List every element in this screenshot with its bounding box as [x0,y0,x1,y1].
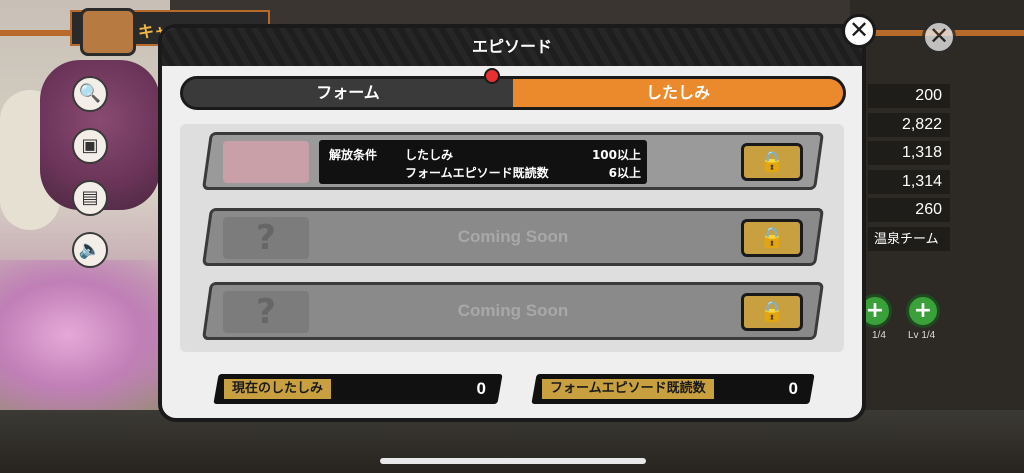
counter-label: 現在のしたしみ [224,379,332,399]
lock-icon: 🔒 [741,219,803,257]
condition-value: 100以上 [591,148,641,162]
profile-card-icon[interactable]: ▣ [72,128,108,164]
stat-value: 1,314 [868,169,950,194]
plus-icon[interactable]: + [906,294,940,328]
stat-value: 1,318 [868,141,950,165]
condition-name: フォームエピソード既読数 [405,166,549,180]
home-indicator[interactable] [380,458,646,464]
notification-dot-icon [484,68,500,84]
counter-value: 0 [788,379,798,398]
condition-row: フォームエピソード既読数 6以上 [405,164,641,181]
counter-label: フォームエピソード既読数 [542,379,714,399]
level-label: Lv 1/4 [908,330,936,341]
coming-soon-text: Coming Soon [457,301,569,320]
team-label: 温泉チーム [868,226,950,251]
lock-icon: 🔒 [741,143,803,181]
level-label: 1/4 [872,330,886,341]
close-icon[interactable]: ✕ [842,14,876,48]
modal-title: エピソード [471,37,552,56]
condition-row: したしみ 100以上 [405,146,641,163]
tab-affinity[interactable]: したしみ [513,79,843,107]
scene-path [0,260,170,410]
background-close-icon[interactable]: ✕ [922,20,956,54]
stat-value: 200 [868,84,950,108]
stat-value: 2,822 [868,112,950,137]
film-icon[interactable]: ▤ [72,180,108,216]
form-episodes-read-counter: フォームエピソード既読数 0 [531,374,815,404]
stats-list: 200 2,822 1,318 1,314 260 温泉チーム [868,84,950,255]
episode-row[interactable]: ? Coming Soon 🔒 [201,208,825,266]
stat-value: 260 [868,198,950,222]
condition-value: 6以上 [608,166,641,180]
episode-row[interactable]: 解放条件 したしみ 100以上 フォームエピソード既読数 6以上 🔒 [201,132,825,190]
avatar [80,8,136,56]
condition-name: したしみ [405,148,454,162]
counter-value: 0 [476,379,486,398]
episode-thumbnail [223,141,309,183]
lock-icon: 🔒 [741,293,803,331]
episode-row[interactable]: ? Coming Soon 🔒 [201,282,825,340]
counters: 現在のしたしみ 0 フォームエピソード既読数 0 [206,374,826,404]
unlock-condition-box: 解放条件 したしみ 100以上 フォームエピソード既読数 6以上 [319,140,647,184]
tab-form[interactable]: フォーム [183,79,513,107]
zoom-icon[interactable]: 🔍 [72,76,108,112]
current-affinity-counter: 現在のしたしみ 0 [213,374,503,404]
condition-label: 解放条件 [329,148,378,162]
coming-soon-text: Coming Soon [457,227,569,246]
speaker-icon[interactable]: 🔈 [72,232,108,268]
tab-bar: フォーム したしみ [180,76,846,110]
modal-header: エピソード [162,28,862,66]
